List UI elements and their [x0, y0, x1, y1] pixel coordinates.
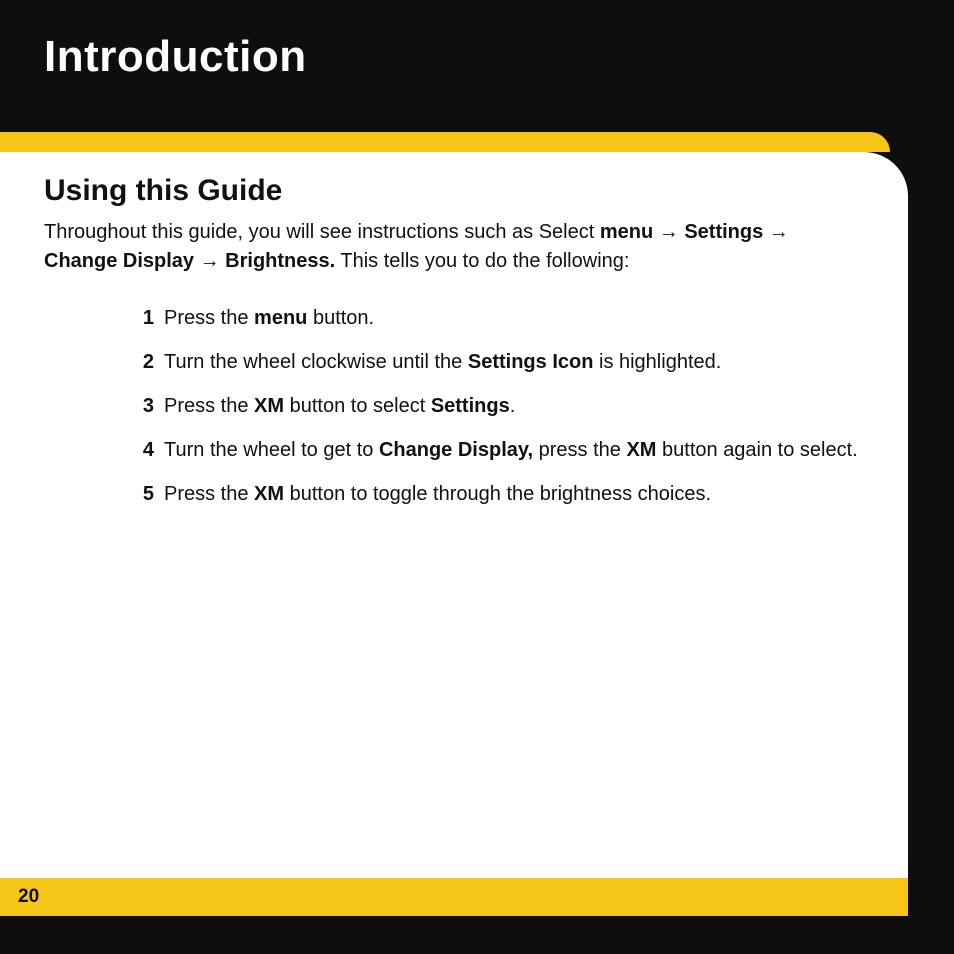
intro-path-brightness: Brightness. — [225, 250, 335, 272]
step-text: button again to select. — [656, 439, 857, 461]
step-text: Turn the wheel to get to — [164, 439, 379, 461]
step-bold: menu — [254, 307, 307, 329]
step-text: is highlighted. — [593, 351, 721, 373]
footer-bar: 20 — [0, 878, 908, 916]
step-bold: Change Display, — [379, 439, 533, 461]
step-item: 5 Press the XM button to toggle through … — [134, 480, 864, 508]
chapter-title: Introduction — [0, 0, 954, 82]
step-text: . — [510, 395, 516, 417]
step-text: Turn the wheel clockwise until the — [164, 351, 468, 373]
steps-list: 1 Press the menu button. 2 Turn the whee… — [44, 304, 864, 508]
step-number: 5 — [134, 480, 154, 508]
intro-path-menu: menu — [600, 221, 653, 243]
arrow-icon: → — [194, 250, 225, 272]
intro-pre: Throughout this guide, you will see inst… — [44, 221, 600, 243]
step-text: press the — [533, 439, 626, 461]
step-item: 4 Turn the wheel to get to Change Displa… — [134, 436, 864, 464]
manual-page: Introduction Using this Guide Throughout… — [0, 0, 954, 954]
step-bold: Settings Icon — [468, 351, 594, 373]
step-number: 2 — [134, 348, 154, 376]
step-text: Press the — [164, 395, 254, 417]
step-item: 1 Press the menu button. — [134, 304, 864, 332]
step-bold: XM — [254, 483, 284, 505]
step-number: 4 — [134, 436, 154, 464]
step-item: 3 Press the XM button to select Settings… — [134, 392, 864, 420]
step-text: button to toggle through the brightness … — [284, 483, 711, 505]
accent-bar — [0, 132, 890, 152]
arrow-icon: → — [763, 221, 789, 243]
content-panel: Using this Guide Throughout this guide, … — [0, 152, 908, 916]
intro-paragraph: Throughout this guide, you will see inst… — [44, 218, 864, 276]
step-text: Press the — [164, 483, 254, 505]
step-number: 1 — [134, 304, 154, 332]
arrow-icon: → — [653, 221, 684, 243]
step-text: Press the — [164, 307, 254, 329]
page-number: 20 — [18, 886, 39, 908]
step-bold: XM — [626, 439, 656, 461]
section-title: Using this Guide — [44, 174, 864, 208]
intro-path-settings: Settings — [684, 221, 763, 243]
intro-post: This tells you to do the following: — [335, 250, 629, 272]
step-item: 2 Turn the wheel clockwise until the Set… — [134, 348, 864, 376]
step-text: button to select — [284, 395, 431, 417]
step-number: 3 — [134, 392, 154, 420]
step-bold: Settings — [431, 395, 510, 417]
step-text: button. — [307, 307, 374, 329]
step-bold: XM — [254, 395, 284, 417]
intro-path-change-display: Change Display — [44, 250, 194, 272]
